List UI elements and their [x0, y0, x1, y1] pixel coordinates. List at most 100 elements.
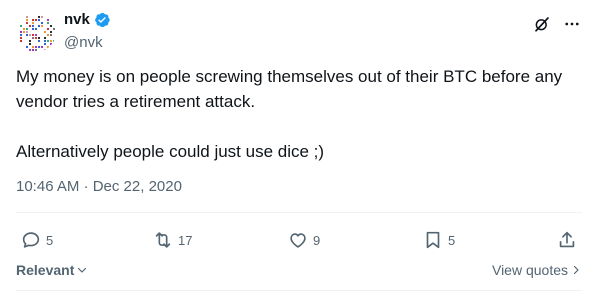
share-icon	[559, 231, 575, 248]
avatar-pixel	[44, 37, 46, 39]
avatar-pixel	[23, 28, 25, 30]
view-quotes-link[interactable]: View quotes	[492, 260, 582, 280]
avatar-pixel	[50, 40, 52, 42]
bookmark-button[interactable]: 5	[422, 226, 455, 254]
avatar-pixel	[32, 49, 34, 51]
avatar-pixel	[44, 49, 46, 51]
tweet-detail: nvk @nvk My money is on people screwing …	[0, 0, 598, 291]
avatar-pixel	[20, 34, 22, 36]
avatar[interactable]	[16, 12, 56, 52]
view-quotes-label: View quotes	[491, 262, 568, 278]
repost-icon	[155, 232, 171, 248]
chevron-right-icon	[573, 265, 579, 275]
avatar-pixel	[32, 22, 34, 24]
sort-dropdown[interactable]: Relevant	[16, 260, 88, 280]
avatar-pixel	[29, 25, 31, 27]
avatar-pixel	[35, 49, 37, 51]
avatar-pixel	[47, 40, 49, 42]
avatar-pixel	[35, 37, 37, 39]
more-horizontal-icon	[565, 22, 579, 26]
reply-button[interactable]: 5	[20, 226, 53, 254]
avatar-pixel	[32, 19, 34, 21]
avatar-pixel	[35, 34, 37, 36]
avatar-pixel	[29, 43, 31, 45]
avatar-pixel	[38, 40, 40, 42]
like-count: 9	[313, 232, 321, 248]
more-button[interactable]	[562, 14, 582, 34]
avatar-pixel	[26, 31, 28, 33]
avatar-pixel	[26, 28, 28, 30]
avatar-pixel	[38, 25, 40, 27]
avatar-pixel	[29, 40, 31, 42]
tweet-paragraph-1: My money is on people screwing themselve…	[16, 67, 563, 111]
avatar-pixel	[26, 34, 28, 36]
grok-slash-icon	[535, 17, 549, 32]
avatar-pixel	[41, 25, 43, 27]
avatar-pixel	[38, 16, 40, 18]
avatar-pixel	[35, 19, 37, 21]
avatar-pixel	[32, 46, 34, 48]
avatar-pixel	[35, 28, 37, 30]
display-name[interactable]: nvk	[64, 10, 90, 30]
avatar-pixel	[41, 22, 43, 24]
avatar-pixel	[32, 37, 34, 39]
avatar-pixel	[44, 40, 46, 42]
avatar-pixel	[47, 19, 49, 21]
tweet-text: My money is on people screwing themselve…	[16, 64, 582, 164]
avatar-pixel	[38, 19, 40, 21]
user-handle[interactable]: @nvk	[64, 33, 111, 53]
avatar-pixel	[53, 40, 55, 42]
tweet-paragraph-2: Alternatively people could just use dice…	[16, 142, 325, 161]
tweet-header: nvk @nvk	[16, 10, 582, 54]
pixel-pattern-avatar-icon	[20, 16, 55, 51]
avatar-pixel	[20, 40, 22, 42]
bookmark-icon	[426, 231, 440, 249]
avatar-pixel	[20, 31, 22, 33]
avatar-pixel	[47, 22, 49, 24]
avatar-pixel	[50, 31, 52, 33]
avatar-pixel	[32, 34, 34, 36]
name-row: nvk	[64, 10, 111, 30]
replies-footer: Relevant View quotes	[16, 260, 582, 282]
avatar-pixel	[38, 37, 40, 39]
avatar-pixel	[50, 25, 52, 27]
avatar-pixel	[41, 46, 43, 48]
bookmark-count: 5	[448, 232, 456, 248]
avatar-pixel	[47, 28, 49, 30]
like-button[interactable]: 9	[287, 226, 320, 254]
avatar-pixel	[23, 31, 25, 33]
avatar-pixel	[50, 34, 52, 36]
avatar-pixel	[50, 43, 52, 45]
chevron-down-icon	[78, 267, 87, 273]
sort-label: Relevant	[16, 262, 75, 278]
avatar-pixel	[35, 46, 37, 48]
repost-button[interactable]: 17	[152, 226, 192, 254]
avatar-pixel	[53, 28, 55, 30]
avatar-pixel	[20, 25, 22, 27]
avatar-pixel	[44, 43, 46, 45]
avatar-pixel	[29, 49, 31, 51]
avatar-pixel	[26, 16, 28, 18]
avatar-pixel	[20, 37, 22, 39]
share-button[interactable]	[556, 226, 578, 254]
heart-icon	[290, 233, 306, 248]
grok-button[interactable]	[532, 14, 552, 34]
tweet-timestamp[interactable]: 10:46 AM · Dec 22, 2020	[16, 177, 182, 197]
divider	[16, 212, 582, 213]
avatar-pixel	[32, 25, 34, 27]
action-bar: 5 17 9 5	[16, 226, 582, 254]
user-block: nvk @nvk	[64, 10, 111, 53]
reply-count: 5	[46, 232, 54, 248]
avatar-pixel	[41, 16, 43, 18]
avatar-pixel	[29, 34, 31, 36]
avatar-pixel	[38, 46, 40, 48]
top-actions	[522, 14, 582, 34]
avatar-pixel	[47, 46, 49, 48]
avatar-pixel	[32, 28, 34, 30]
avatar-pixel	[26, 46, 28, 48]
avatar-pixel	[26, 19, 28, 21]
avatar-pixel	[44, 31, 46, 33]
verified-badge-icon	[94, 13, 110, 27]
avatar-pixel	[47, 34, 49, 36]
avatar-pixel	[26, 22, 28, 24]
